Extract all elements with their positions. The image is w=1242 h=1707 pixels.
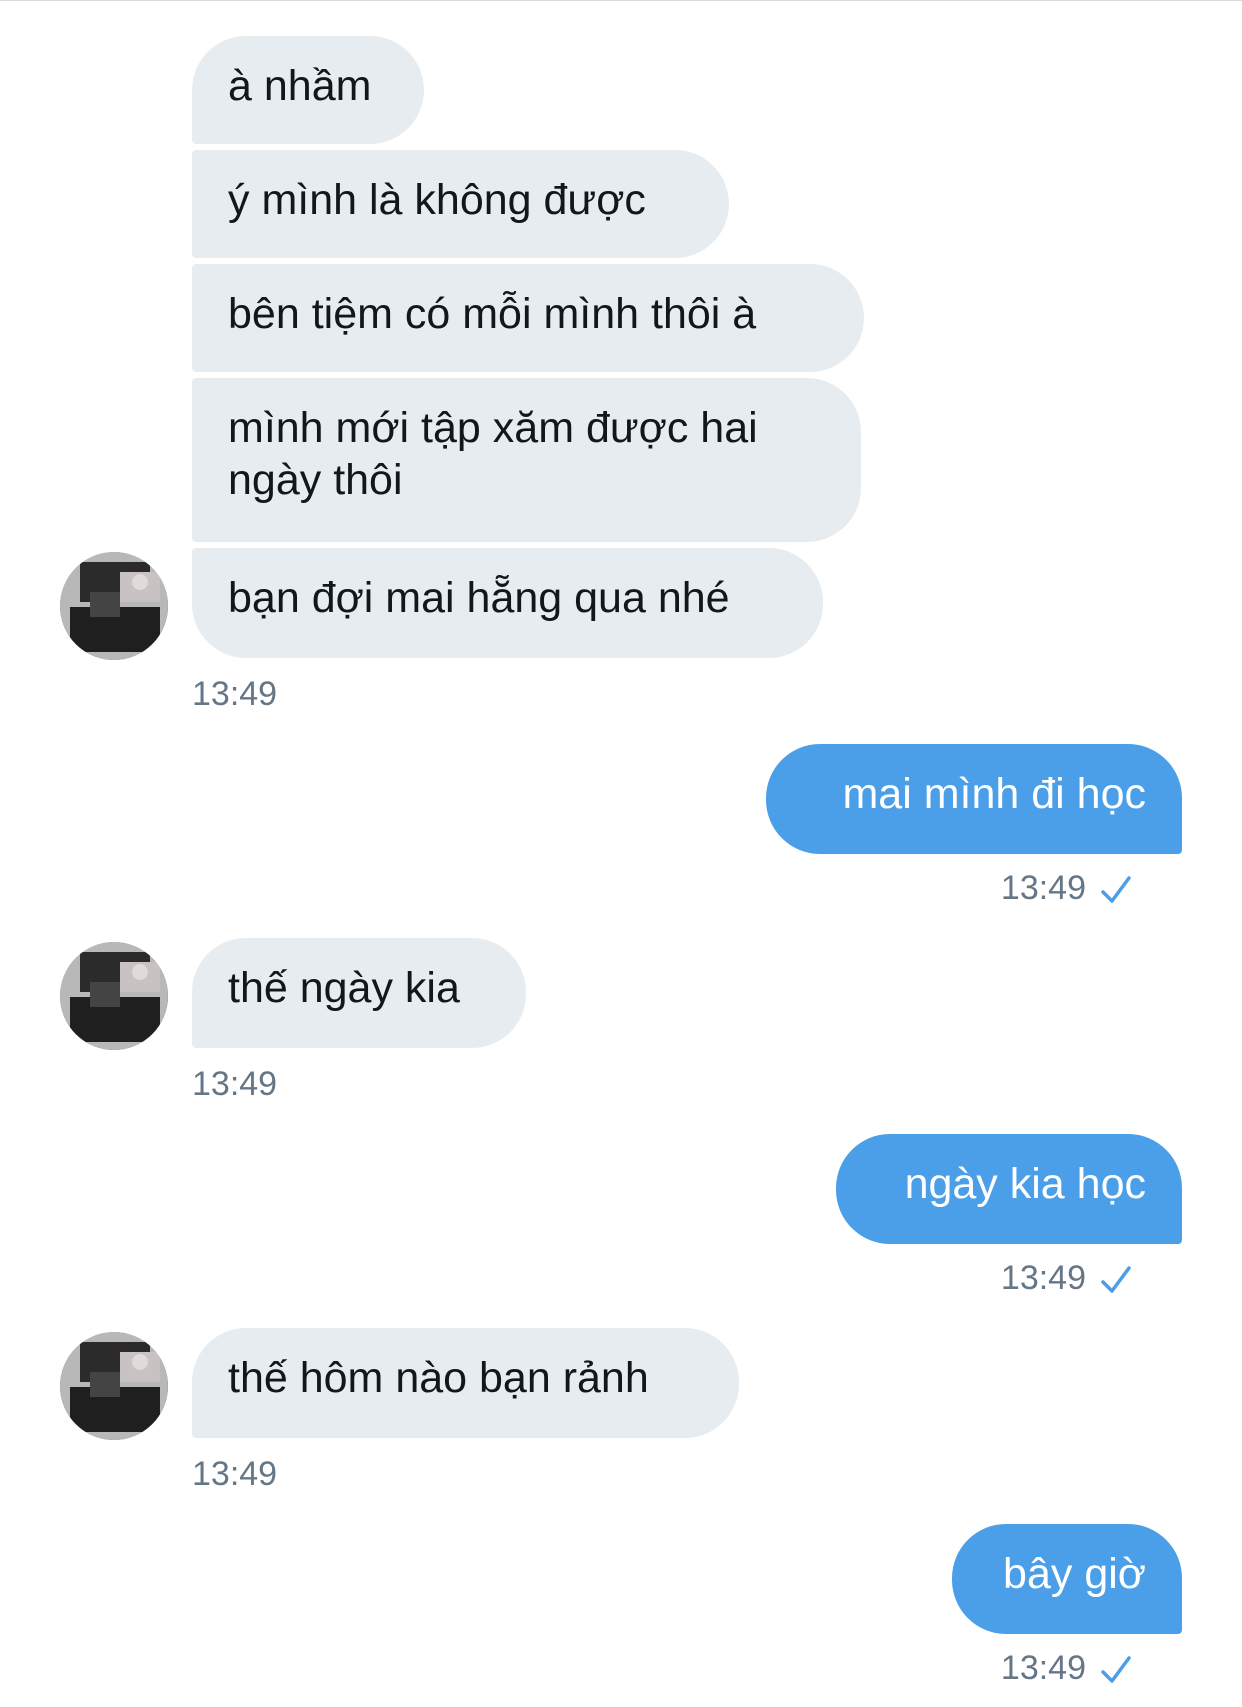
incoming-message[interactable]: bạn đợi mai hẵng qua nhé	[192, 548, 823, 658]
avatar-photo-icon	[60, 1332, 168, 1440]
message-text: thế ngày kia	[228, 964, 460, 1012]
message-text: thế hôm nào bạn rảnh	[228, 1354, 649, 1402]
read-check-icon	[1101, 1656, 1131, 1683]
outgoing-message[interactable]: bây giờ	[952, 1524, 1182, 1634]
top-divider	[0, 0, 1242, 1]
message-timestamp: 13:49	[1000, 869, 1086, 907]
message-text: ngày kia học	[904, 1160, 1146, 1208]
contact-avatar[interactable]	[60, 1332, 168, 1440]
message-timestamp: 13:49	[192, 675, 278, 713]
incoming-message[interactable]: thế ngày kia	[192, 938, 526, 1048]
contact-avatar[interactable]	[60, 942, 168, 1050]
message-timestamp: 13:49	[1000, 1259, 1086, 1297]
message-text: mai mình đi học	[842, 770, 1146, 818]
read-check-icon	[1101, 1266, 1131, 1293]
message-text: bạn đợi mai hẵng qua nhé	[228, 574, 730, 622]
outgoing-message[interactable]: ngày kia học	[836, 1134, 1182, 1244]
message-timestamp: 13:49	[192, 1065, 278, 1103]
message-timestamp: 13:49	[192, 1455, 278, 1493]
read-check-icon	[1101, 876, 1131, 903]
incoming-message[interactable]: ý mình là không được	[192, 150, 729, 258]
incoming-message[interactable]: bên tiệm có mỗi mình thôi à	[192, 264, 864, 372]
message-text: à nhầm	[228, 62, 372, 110]
message-text: ý mình là không được	[228, 176, 646, 224]
message-text-line: ngày thôi	[228, 456, 403, 504]
avatar-photo-icon	[60, 942, 168, 1050]
message-text: bên tiệm có mỗi mình thôi à	[228, 290, 757, 338]
incoming-message[interactable]: thế hôm nào bạn rảnh	[192, 1328, 739, 1438]
message-text-line: mình mới tập xăm được hai	[228, 404, 758, 452]
outgoing-message[interactable]: mai mình đi học	[766, 744, 1182, 854]
message-timestamp: 13:49	[1000, 1649, 1086, 1687]
contact-avatar[interactable]	[60, 552, 168, 660]
message-text: bây giờ	[1003, 1550, 1146, 1598]
avatar-photo-icon	[60, 552, 168, 660]
incoming-message[interactable]: mình mới tập xăm được hai ngày thôi	[192, 378, 861, 542]
incoming-message[interactable]: à nhầm	[192, 36, 424, 144]
